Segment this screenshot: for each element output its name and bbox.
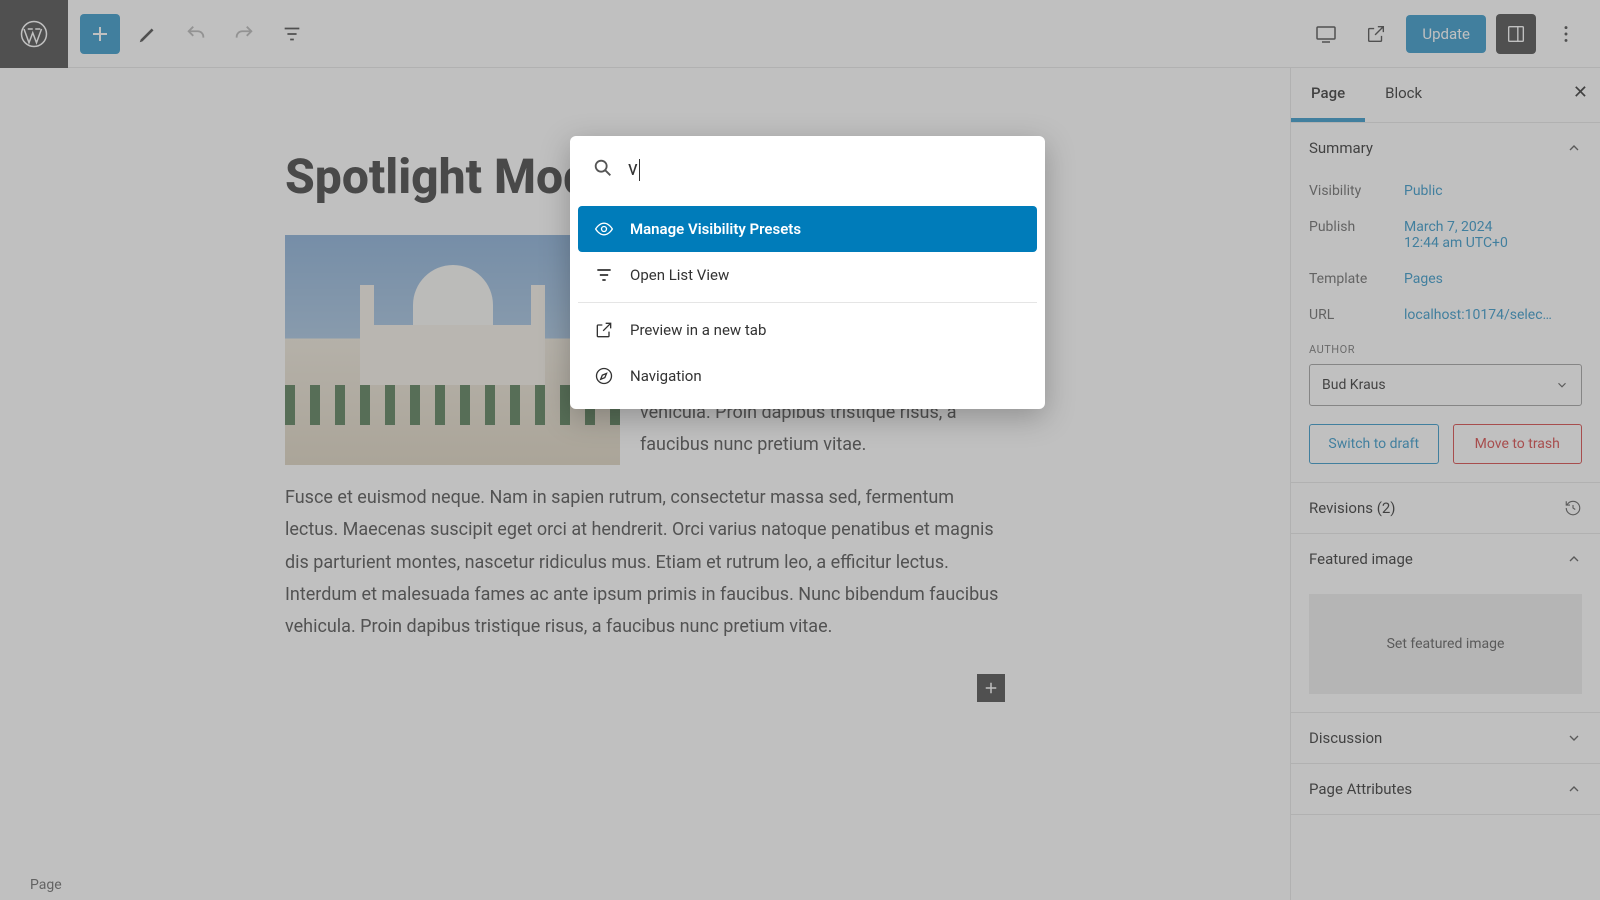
modal-overlay[interactable] xyxy=(0,0,1600,900)
palette-divider xyxy=(578,302,1037,303)
compass-icon xyxy=(594,366,614,386)
external-link-icon xyxy=(594,320,614,340)
command-palette-input[interactable]: v xyxy=(628,156,1023,181)
command-palette-results: Manage Visibility Presets Open List View… xyxy=(570,202,1045,409)
search-icon xyxy=(592,157,614,179)
command-label: Manage Visibility Presets xyxy=(630,220,801,238)
command-preview-new-tab[interactable]: Preview in a new tab xyxy=(578,307,1037,353)
list-view-icon xyxy=(594,265,614,285)
command-open-list-view[interactable]: Open List View xyxy=(578,252,1037,298)
eye-icon xyxy=(594,219,614,239)
command-label: Preview in a new tab xyxy=(630,321,766,339)
command-manage-visibility-presets[interactable]: Manage Visibility Presets xyxy=(578,206,1037,252)
command-navigation[interactable]: Navigation xyxy=(578,353,1037,399)
command-palette-search: v xyxy=(570,136,1045,202)
command-label: Open List View xyxy=(630,266,729,284)
command-palette: v Manage Visibility Presets Open List Vi… xyxy=(570,136,1045,409)
command-label: Navigation xyxy=(630,367,702,385)
